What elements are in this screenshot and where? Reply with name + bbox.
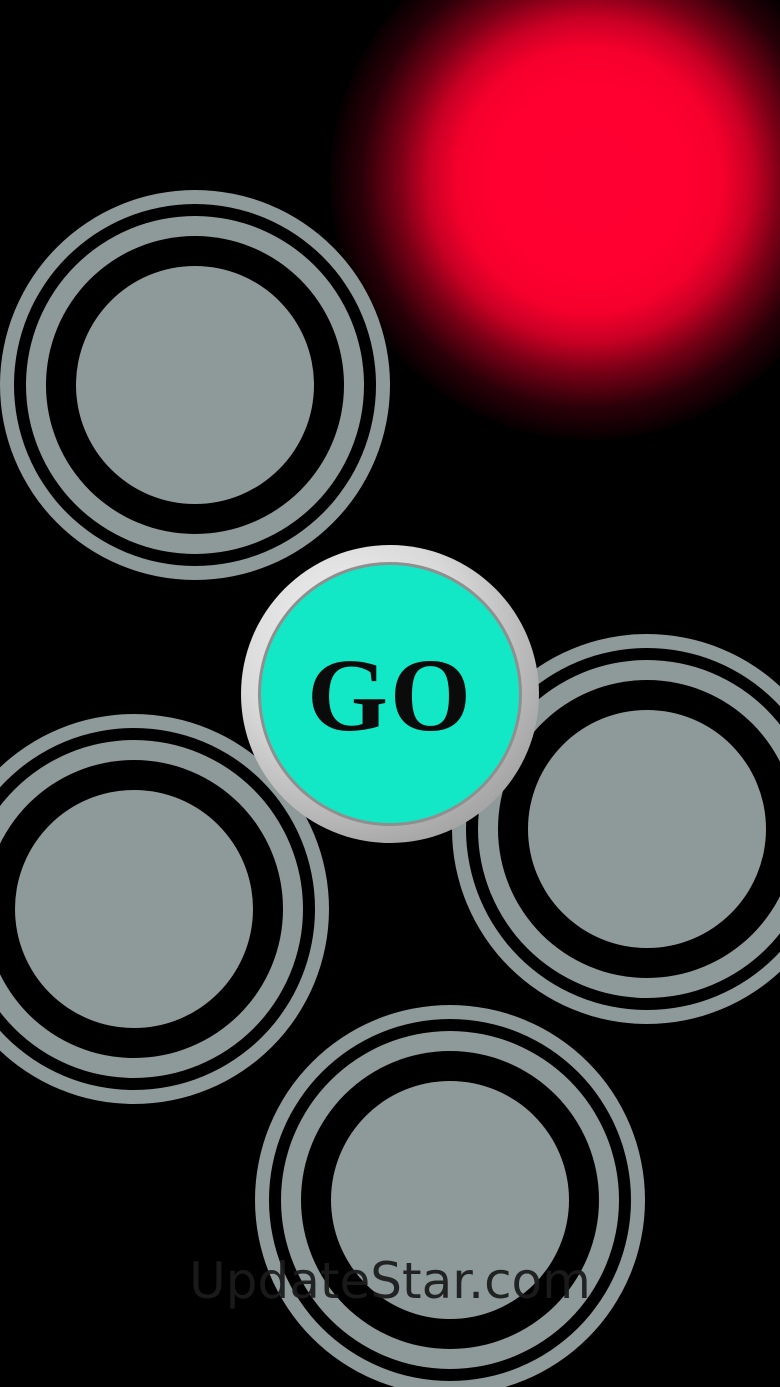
go-button-label: GO xyxy=(307,638,473,753)
pad-top-left[interactable] xyxy=(0,190,390,580)
game-board: GO UpdateStar.com xyxy=(0,0,780,1387)
red-light-indicator xyxy=(330,0,780,440)
pad-core xyxy=(15,790,253,1028)
watermark: UpdateStar.com xyxy=(189,1252,591,1310)
pad-core xyxy=(528,710,766,948)
go-button[interactable]: GO xyxy=(241,545,539,843)
pad-bottom[interactable] xyxy=(255,1005,645,1387)
pad-core xyxy=(76,266,314,504)
go-button-face: GO xyxy=(261,565,519,823)
